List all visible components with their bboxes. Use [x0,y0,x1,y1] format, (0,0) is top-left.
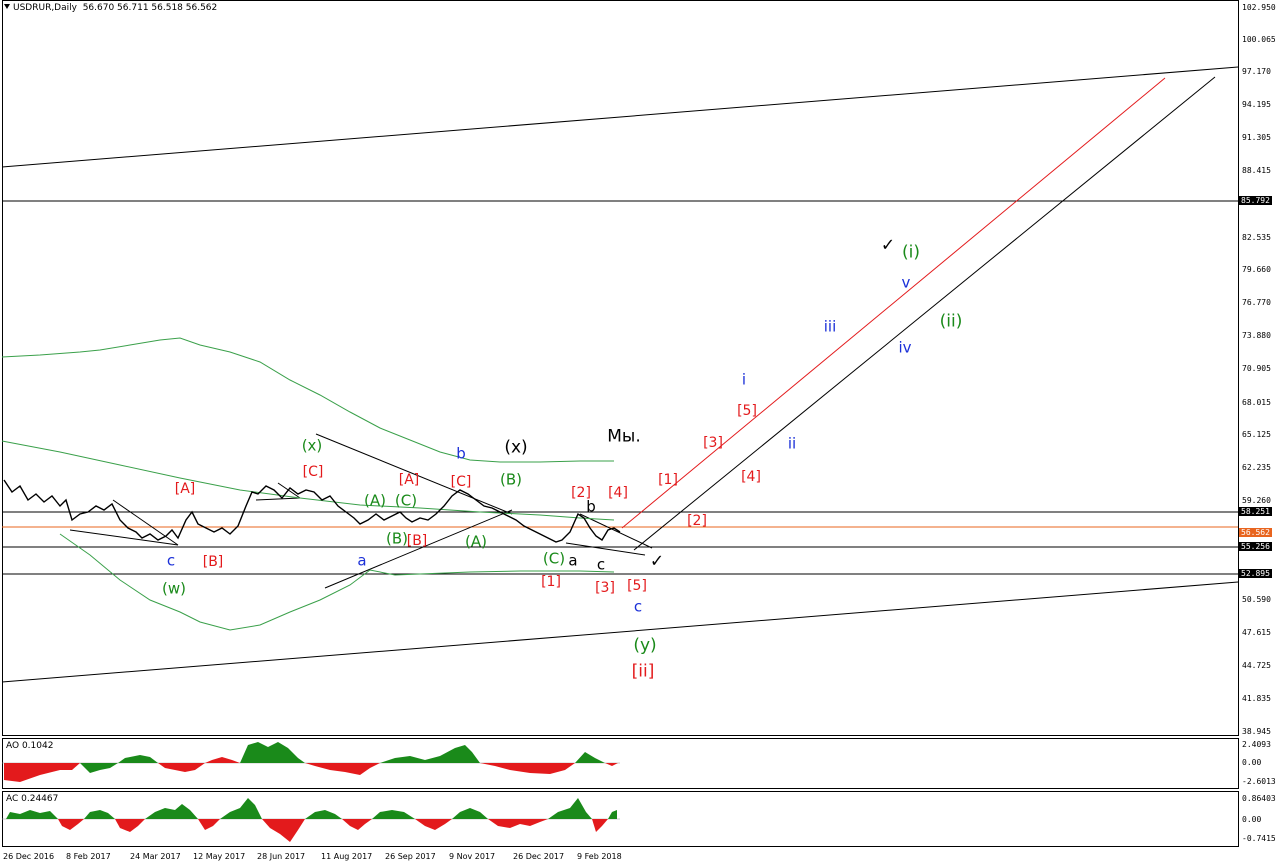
time-axis-label: 24 Mar 2017 [130,852,181,861]
time-axis-label: 9 Feb 2018 [577,852,622,861]
time-axis-label: 9 Nov 2017 [449,852,496,861]
time-axis-label: 26 Sep 2017 [385,852,436,861]
ac-histogram [2,798,620,842]
time-axis-label: 26 Dec 2016 [3,852,55,861]
time-axis-label: 28 Jun 2017 [257,852,306,861]
time-axis-label: 8 Feb 2017 [66,852,111,861]
time-axis-label: 11 Aug 2017 [321,852,373,861]
time-axis-label: 12 May 2017 [193,852,246,861]
time-axis-label: 26 Dec 2017 [513,852,565,861]
